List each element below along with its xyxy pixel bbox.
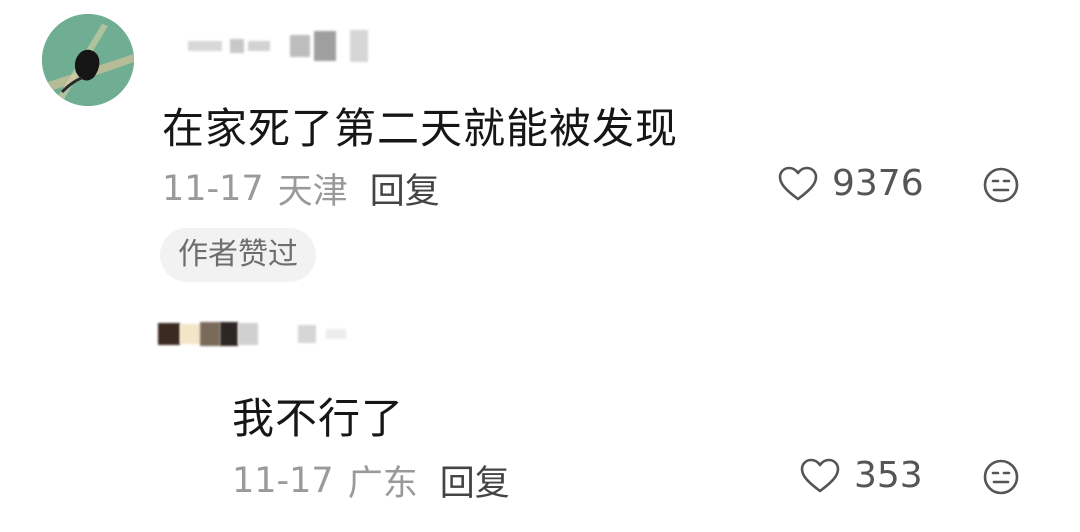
comment-date: 11-17 bbox=[232, 460, 334, 501]
dislike-face-icon[interactable] bbox=[982, 166, 1020, 204]
comment-meta: 11-17 天津 回复 bbox=[162, 163, 440, 214]
comment-date: 11-17 bbox=[162, 168, 264, 209]
comment-location: 广东 bbox=[347, 464, 418, 504]
like-button[interactable]: 9376 bbox=[778, 163, 924, 204]
heart-icon bbox=[800, 458, 840, 492]
comment-meta: 11-17 广东 回复 bbox=[232, 455, 510, 506]
like-count: 353 bbox=[854, 455, 923, 496]
avatar[interactable] bbox=[42, 14, 134, 106]
like-button[interactable]: 353 bbox=[800, 455, 923, 496]
like-count: 9376 bbox=[832, 163, 924, 204]
username-blurred[interactable] bbox=[188, 30, 368, 62]
reply-button[interactable]: 回复 bbox=[440, 455, 510, 506]
reply-button[interactable]: 回复 bbox=[370, 163, 440, 214]
dislike-face-icon[interactable] bbox=[982, 458, 1020, 496]
author-liked-badge: 作者赞过 bbox=[160, 228, 316, 282]
heart-icon bbox=[778, 166, 818, 200]
username-blurred[interactable] bbox=[158, 322, 346, 346]
avatar-image bbox=[42, 14, 134, 106]
comment-location: 天津 bbox=[277, 172, 348, 212]
comment-text: 在家死了第二天就能被发现 bbox=[162, 104, 679, 153]
comment-text: 我不行了 bbox=[232, 394, 405, 443]
